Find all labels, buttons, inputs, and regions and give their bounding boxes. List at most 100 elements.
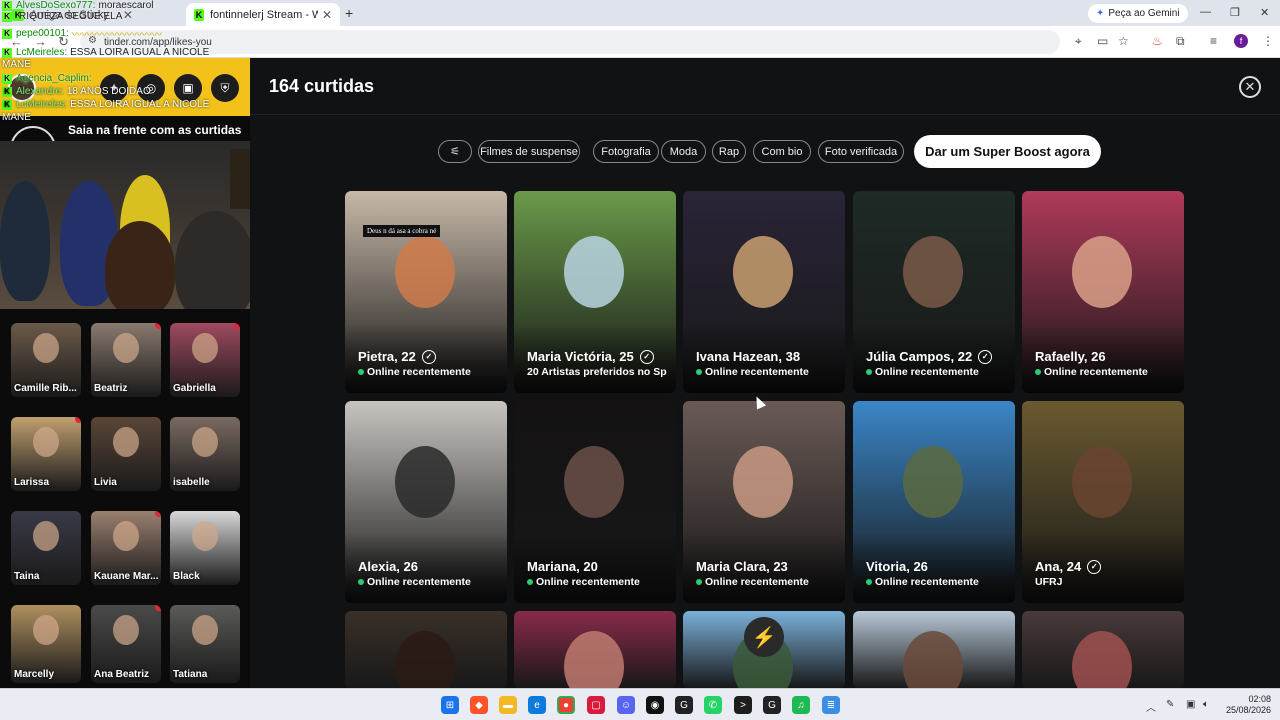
match-item[interactable]: Ana Beatriz bbox=[91, 605, 161, 683]
match-photo bbox=[113, 615, 139, 645]
match-item[interactable]: Larissa bbox=[11, 417, 81, 491]
filter-settings-icon[interactable]: ⚟ bbox=[438, 140, 472, 163]
card-name: Vitoria, 26 bbox=[866, 559, 928, 574]
close-tab-icon[interactable]: ✕ bbox=[322, 8, 332, 22]
bookmark-star-icon[interactable]: ☆ bbox=[1118, 34, 1129, 48]
chrome-icon[interactable]: ● bbox=[557, 696, 575, 714]
card-status-text: Online recentemente bbox=[705, 366, 809, 378]
webcam-person bbox=[0, 181, 50, 301]
gemini-button[interactable]: ✦ Peça ao Gemini bbox=[1088, 4, 1188, 23]
card-status-text: Online recentemente bbox=[536, 576, 640, 588]
tab-fontinnelerj[interactable]: K fontinnelerj Stream - Watch Liv ✕ bbox=[186, 3, 340, 26]
whatsapp-icon[interactable]: ✆ bbox=[704, 696, 722, 714]
match-item[interactable]: Tatiana bbox=[170, 605, 240, 683]
profile-photo bbox=[733, 236, 793, 308]
extension-fire-icon[interactable]: ♨ bbox=[1152, 34, 1163, 48]
window-close-icon[interactable]: ✕ bbox=[1260, 6, 1269, 19]
kick-badge-icon: K bbox=[2, 0, 12, 11]
notepad-icon[interactable]: ≣ bbox=[822, 696, 840, 714]
like-card[interactable]: Mariana, 20 Online recentemente bbox=[514, 401, 676, 603]
match-item[interactable]: Black bbox=[170, 511, 240, 585]
card-status-text: Online recentemente bbox=[705, 576, 809, 588]
match-item[interactable]: Kauane Mar... bbox=[91, 511, 161, 585]
edge-icon[interactable]: e bbox=[528, 696, 546, 714]
unread-dot bbox=[75, 417, 81, 423]
like-card[interactable]: Júlia Campos, 22 ✓ Online recentemente bbox=[853, 191, 1015, 393]
new-tab-button[interactable]: + bbox=[345, 5, 353, 21]
boost-bolt-icon[interactable]: ⚡ bbox=[744, 617, 784, 657]
card-status: Online recentemente bbox=[696, 576, 809, 588]
match-name: Camille Rib... bbox=[14, 383, 77, 394]
card-status-text: Online recentemente bbox=[367, 576, 471, 588]
online-dot bbox=[358, 369, 364, 375]
media-controls-icon[interactable]: ≡ bbox=[1210, 34, 1217, 48]
cast-icon[interactable]: ▭ bbox=[1097, 34, 1108, 48]
safety-shield-icon[interactable]: ⛨ bbox=[211, 74, 239, 102]
work-mode-icon[interactable]: ▣ bbox=[174, 74, 202, 102]
close-icon[interactable]: ✕ bbox=[1239, 76, 1261, 98]
super-boost-button[interactable]: Dar um Super Boost agora bbox=[914, 135, 1101, 168]
match-photo bbox=[192, 427, 218, 457]
card-name: Júlia Campos, 22 ✓ bbox=[866, 349, 993, 364]
unread-dot bbox=[155, 511, 161, 517]
system-clock[interactable]: 02:08 25/08/2026 bbox=[1226, 694, 1271, 716]
tray-pen-icon[interactable]: ✎ bbox=[1166, 699, 1174, 710]
filter-chip[interactable]: Moda bbox=[661, 140, 706, 163]
like-card[interactable]: Deus n dá asa a cobra né Pietra, 22 ✓ Onlin… bbox=[345, 191, 507, 393]
match-item[interactable]: Livia bbox=[91, 417, 161, 491]
card-status-text: UFRJ bbox=[1035, 576, 1063, 588]
filter-chip[interactable]: Rap bbox=[712, 140, 746, 163]
volume-icon[interactable]: 🔈︎ bbox=[1203, 699, 1209, 710]
url-field[interactable]: ⚙ tinder.com/app/likes-you bbox=[80, 30, 1060, 54]
like-card[interactable]: Alexia, 26 Online recentemente bbox=[345, 401, 507, 603]
filter-chip[interactable]: Foto verificada bbox=[818, 140, 904, 163]
card-name-text: Vitoria, 26 bbox=[866, 559, 928, 574]
like-card[interactable] bbox=[345, 611, 507, 688]
minimize-icon[interactable]: — bbox=[1200, 6, 1211, 18]
profile-photo bbox=[564, 631, 624, 688]
like-card[interactable]: ⚡ bbox=[683, 611, 845, 688]
filter-chip[interactable]: Com bio bbox=[753, 140, 811, 163]
file-explorer-icon[interactable]: ▬ bbox=[499, 696, 517, 714]
like-card[interactable]: Vitoria, 26 Online recentemente bbox=[853, 401, 1015, 603]
match-name: Larissa bbox=[14, 477, 50, 488]
match-item[interactable]: Marcelly bbox=[11, 605, 81, 683]
online-dot bbox=[1035, 369, 1041, 375]
filter-chip[interactable]: Filmes de suspense bbox=[478, 140, 580, 163]
tray-chevron-icon[interactable]: ︿ bbox=[1146, 699, 1156, 714]
like-card[interactable]: Ana, 24 ✓ UFRJ bbox=[1022, 401, 1184, 603]
app-dark-icon[interactable]: ◉ bbox=[646, 696, 664, 714]
match-item[interactable]: Taina bbox=[11, 511, 81, 585]
like-card[interactable]: Maria Clara, 23 Online recentemente bbox=[683, 401, 845, 603]
spotify-icon[interactable]: ♫ bbox=[792, 696, 810, 714]
like-card[interactable]: Ivana Hazean, 38 Online recentemente bbox=[683, 191, 845, 393]
brave-icon[interactable]: ◆ bbox=[470, 696, 488, 714]
match-item[interactable]: Beatriz bbox=[91, 323, 161, 397]
match-item[interactable]: Gabriella bbox=[170, 323, 240, 397]
like-card[interactable]: Maria Victória, 25 ✓ 20 Artistas preferido… bbox=[514, 191, 676, 393]
start-windows-icon[interactable]: ⊞ bbox=[441, 696, 459, 714]
maximize-icon[interactable]: ❐ bbox=[1230, 6, 1240, 19]
profile-avatar[interactable]: f bbox=[1234, 34, 1248, 48]
match-photo bbox=[33, 521, 59, 551]
discord-icon[interactable]: ☺ bbox=[617, 696, 635, 714]
card-status: Online recentemente bbox=[866, 366, 979, 378]
card-name-text: Pietra, 22 bbox=[358, 349, 416, 364]
location-icon[interactable]: ⌖ bbox=[1075, 34, 1082, 49]
github-icon[interactable]: G bbox=[675, 696, 693, 714]
like-card[interactable] bbox=[1022, 611, 1184, 688]
network-icon[interactable]: ▣ bbox=[1186, 699, 1195, 710]
github-desktop-icon[interactable]: G bbox=[763, 696, 781, 714]
match-item[interactable]: isabelle bbox=[170, 417, 240, 491]
like-card[interactable] bbox=[514, 611, 676, 688]
match-name: Black bbox=[173, 571, 200, 582]
like-card[interactable] bbox=[853, 611, 1015, 688]
filter-chip[interactable]: Fotografia bbox=[593, 140, 659, 163]
extensions-puzzle-icon[interactable]: ⧉ bbox=[1176, 34, 1185, 49]
terminal-icon[interactable]: > bbox=[734, 696, 752, 714]
like-card[interactable]: Rafaelly, 26 Online recentemente bbox=[1022, 191, 1184, 393]
match-item[interactable]: Camille Rib... bbox=[11, 323, 81, 397]
app-red-icon[interactable]: ▢ bbox=[587, 696, 605, 714]
menu-kebab-icon[interactable]: ⋮ bbox=[1262, 34, 1274, 48]
photo-caption-sticker: Deus n dá asa a cobra né bbox=[363, 225, 441, 237]
